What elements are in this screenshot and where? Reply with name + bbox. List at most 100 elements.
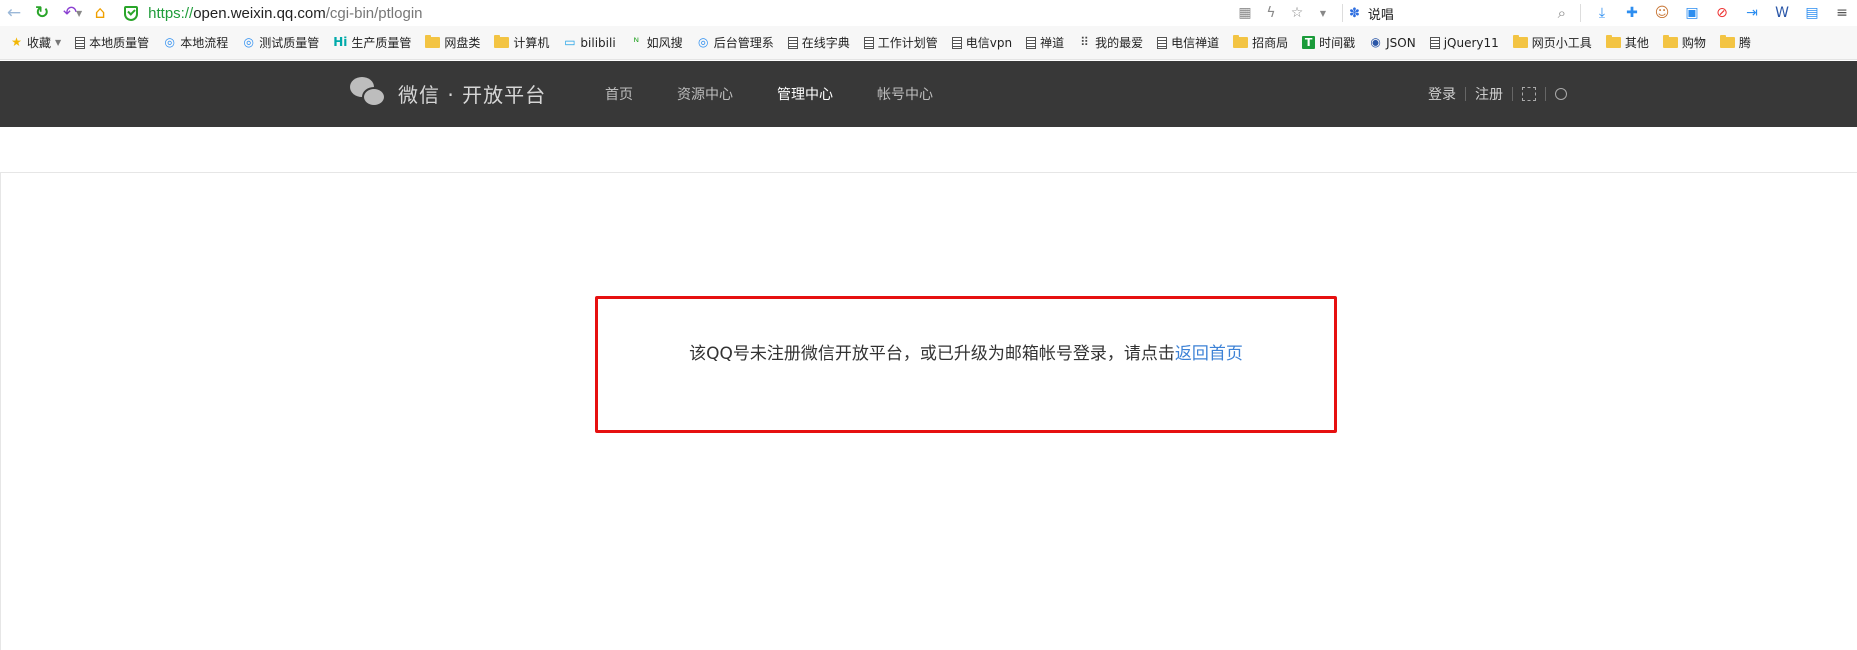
json-icon: ◉ <box>1370 35 1381 49</box>
bookmark-item[interactable]: ◎ 本地流程 <box>163 34 228 51</box>
bookmarks-bar: ★ 收藏 ▼ 本地质量管 ◎ 本地流程 ◎ 测试质量管 Hi 生产质量管 网盘类 计算机 … <box>0 26 1857 60</box>
bookmark-folder[interactable]: 购物 <box>1662 34 1706 51</box>
bookmark-label: 测试质量管 <box>259 36 320 50</box>
puzzle-icon[interactable]: ✚ <box>1617 5 1647 21</box>
error-message: 该QQ号未注册微信开放平台，或已升级为邮箱帐号登录，请点击返回首页 <box>598 339 1334 364</box>
bookmark-label: JSON <box>1386 35 1416 50</box>
folder-icon <box>1512 35 1528 48</box>
site-logo[interactable]: 微信 · 开放平台 <box>350 77 546 109</box>
doc-icon <box>1157 36 1168 49</box>
globe-icon: ◎ <box>164 35 175 49</box>
window-icon[interactable]: ▤ <box>1797 5 1827 21</box>
chevron-down-icon[interactable]: ▼ <box>76 9 82 18</box>
paw-icon: ✽ <box>1349 5 1360 21</box>
bookmark-item[interactable]: ◎ 后台管理系 <box>697 34 774 51</box>
secure-shield-icon <box>124 5 139 21</box>
chevron-down-icon[interactable]: ▼ <box>1310 9 1336 18</box>
qr-code-icon[interactable] <box>1522 87 1536 101</box>
bookmark-folder[interactable]: 其他 <box>1605 34 1649 51</box>
star-icon[interactable]: ☆ <box>1284 5 1310 21</box>
bookmark-item[interactable]: T 时间戳 <box>1302 34 1355 51</box>
bookmark-label: bilibili <box>580 35 616 50</box>
bookmark-label: 电信禅道 <box>1171 36 1220 50</box>
folder-icon <box>1605 35 1621 48</box>
adblock-icon[interactable]: ⊘ <box>1707 5 1737 21</box>
bookmark-folder[interactable]: 网盘类 <box>425 34 480 51</box>
url-protocol: https:// <box>148 4 194 22</box>
globe-icon: ◎ <box>243 35 254 49</box>
doc-icon <box>951 36 962 49</box>
menu-icon[interactable]: ≡ <box>1827 5 1857 21</box>
bookmark-item[interactable]: 本地质量管 <box>75 34 149 51</box>
translate-icon[interactable]: ▣ <box>1677 5 1707 21</box>
language-globe-icon[interactable] <box>1555 88 1567 100</box>
error-message-box: 该QQ号未注册微信开放平台，或已升级为邮箱帐号登录，请点击返回首页 <box>595 296 1337 433</box>
bookmark-label: 如风搜 <box>646 36 683 50</box>
lightning-icon[interactable]: ϟ <box>1258 5 1284 21</box>
qr-code-icon[interactable]: ▦ <box>1232 5 1258 21</box>
bookmark-label: 网页小工具 <box>1531 36 1592 50</box>
bookmark-item[interactable]: Hi 生产质量管 <box>333 34 411 51</box>
folder-icon <box>425 35 441 48</box>
divider <box>1545 87 1546 101</box>
search-icon[interactable]: ⌕ <box>1558 4 1566 22</box>
bookmark-item[interactable]: ᴺ 如风搜 <box>630 34 683 51</box>
nav-account[interactable]: 帐号中心 <box>877 84 933 104</box>
bookmark-label: jQuery11 <box>1443 35 1499 50</box>
back-home-link[interactable]: 返回首页 <box>1175 344 1243 364</box>
login-link[interactable]: 登录 <box>1428 84 1456 104</box>
divider <box>1465 87 1466 101</box>
bookmark-label: 本地质量管 <box>89 36 150 50</box>
bookmark-folder[interactable]: 招商局 <box>1233 34 1288 51</box>
nav-resources[interactable]: 资源中心 <box>677 84 733 104</box>
address-bar: ← ↻ ↶ ▼ ⌂ https://open.weixin.qq.com/cgi… <box>0 0 1857 26</box>
bookmark-label: 后台管理系 <box>713 36 774 50</box>
bookmark-item[interactable]: 禅道 <box>1026 34 1064 51</box>
home-icon[interactable]: ⌂ <box>86 0 114 26</box>
bookmark-label: 招商局 <box>1252 36 1289 50</box>
avatar-icon[interactable]: ☺ <box>1647 5 1677 21</box>
search-input[interactable]: ✽ 说唱 ⌕ <box>1349 4 1574 23</box>
url-path: /cgi-bin/ptlogin <box>325 4 423 22</box>
back-arrow-icon[interactable]: ← <box>0 0 28 26</box>
site-header: 微信 · 开放平台 首页 资源中心 管理中心 帐号中心 登录 注册 <box>0 61 1857 127</box>
bookmark-folder[interactable]: 网页小工具 <box>1512 34 1592 51</box>
bookmark-favorites[interactable]: ★ 收藏 ▼ <box>10 34 61 51</box>
bookmark-label: 在线字典 <box>801 36 850 50</box>
bookmark-item[interactable]: ◉ JSON <box>1369 35 1416 50</box>
hi-icon: Hi <box>333 35 348 49</box>
bookmark-item[interactable]: 工作计划管 <box>863 34 938 51</box>
bookmark-folder[interactable]: 腾 <box>1719 34 1751 51</box>
header-actions: 登录 注册 <box>1428 61 1567 127</box>
bookmark-label: 电信vpn <box>965 36 1013 50</box>
reload-icon[interactable]: ↻ <box>28 0 56 26</box>
word-icon[interactable]: W <box>1767 5 1797 21</box>
bookmark-item[interactable]: 电信禅道 <box>1157 34 1219 51</box>
login-icon[interactable]: ⇥ <box>1737 5 1767 21</box>
url-host: open.weixin.qq.com <box>193 4 326 22</box>
register-link[interactable]: 注册 <box>1475 84 1503 104</box>
search-text: 说唱 <box>1367 7 1394 23</box>
feng-icon: ᴺ <box>633 35 639 49</box>
divider <box>1580 4 1581 22</box>
main-nav: 首页 资源中心 管理中心 帐号中心 <box>605 61 977 127</box>
bookmark-item[interactable]: ▭ bilibili <box>563 36 615 50</box>
error-text: 该QQ号未注册微信开放平台，或已升级为邮箱帐号登录，请点击 <box>689 344 1175 364</box>
doc-icon <box>863 36 874 49</box>
bookmark-item[interactable]: 电信vpn <box>951 34 1013 51</box>
bookmark-label: 禅道 <box>1040 36 1065 50</box>
doc-icon <box>75 36 86 49</box>
bookmark-label: 我的最爱 <box>1095 36 1144 50</box>
bookmark-item[interactable]: jQuery11 <box>1429 35 1499 50</box>
bookmark-label: 时间戳 <box>1319 36 1356 50</box>
bookmark-item[interactable]: ◎ 测试质量管 <box>242 34 319 51</box>
bookmark-item[interactable]: ⠿ 我的最爱 <box>1078 34 1143 51</box>
bookmark-folder[interactable]: 计算机 <box>494 34 549 51</box>
download-icon[interactable]: ⤓ <box>1587 5 1617 21</box>
bookmark-item[interactable]: 在线字典 <box>787 34 850 51</box>
grid-icon: ⠿ <box>1080 35 1089 49</box>
nav-home[interactable]: 首页 <box>605 84 633 104</box>
nav-management[interactable]: 管理中心 <box>777 84 833 104</box>
url-field[interactable]: https://open.weixin.qq.com/cgi-bin/ptlog… <box>124 0 423 26</box>
doc-icon <box>787 36 798 49</box>
